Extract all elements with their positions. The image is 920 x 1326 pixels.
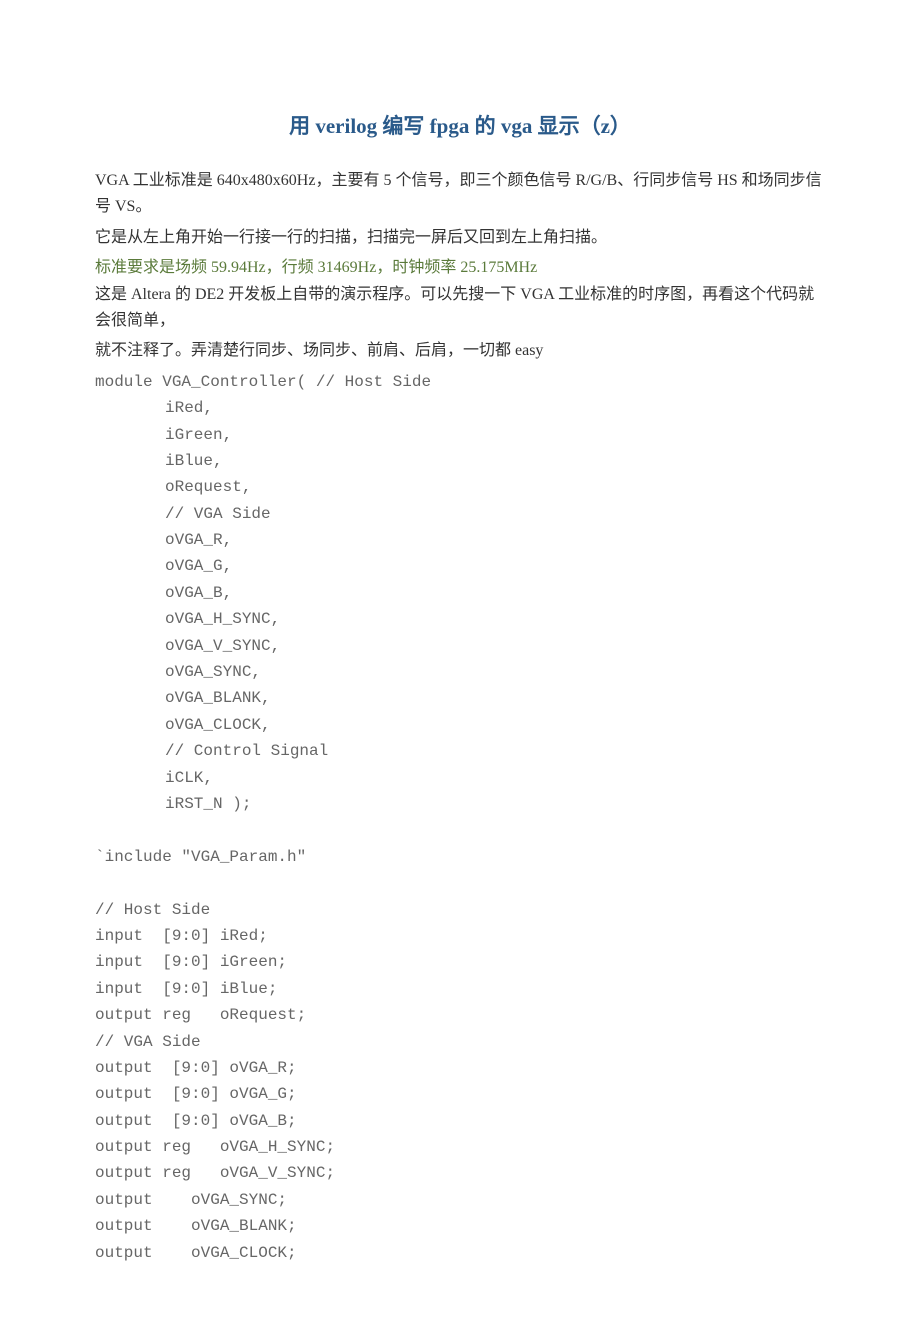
code-decl: output reg oVGA_V_SYNC; bbox=[95, 1160, 825, 1186]
code-param: iGreen, bbox=[95, 422, 825, 448]
page-title: 用 verilog 编写 fpga 的 vga 显示（z） bbox=[95, 110, 825, 140]
code-decl: output reg oVGA_H_SYNC; bbox=[95, 1134, 825, 1160]
code-param: oVGA_BLANK, bbox=[95, 685, 825, 711]
code-decl: output oVGA_SYNC; bbox=[95, 1187, 825, 1213]
intro-line-2: 它是从左上角开始一行接一行的扫描，扫描完一屏后又回到左上角扫描。 bbox=[95, 225, 825, 251]
intro-line-4: 这是 Altera 的 DE2 开发板上自带的演示程序。可以先搜一下 VGA 工… bbox=[95, 282, 825, 335]
code-blank-line bbox=[95, 870, 825, 896]
code-decl: input [9:0] iRed; bbox=[95, 923, 825, 949]
code-decl: // Host Side bbox=[95, 897, 825, 923]
code-param: oVGA_R, bbox=[95, 527, 825, 553]
code-param: oVGA_SYNC, bbox=[95, 659, 825, 685]
code-decl: input [9:0] iGreen; bbox=[95, 949, 825, 975]
code-blank-line bbox=[95, 817, 825, 843]
code-param: iCLK, bbox=[95, 765, 825, 791]
code-param: iRST_N ); bbox=[95, 791, 825, 817]
code-include: `include "VGA_Param.h" bbox=[95, 844, 825, 870]
code-param: oVGA_B, bbox=[95, 580, 825, 606]
code-decl: output reg oRequest; bbox=[95, 1002, 825, 1028]
code-decl: output [9:0] oVGA_R; bbox=[95, 1055, 825, 1081]
code-decl: output [9:0] oVGA_G; bbox=[95, 1081, 825, 1107]
code-param: oVGA_CLOCK, bbox=[95, 712, 825, 738]
intro-line-1: VGA 工业标准是 640x480x60Hz，主要有 5 个信号，即三个颜色信号… bbox=[95, 168, 825, 221]
intro-line-5: 就不注释了。弄清楚行同步、场同步、前肩、后肩，一切都 easy bbox=[95, 338, 825, 364]
code-param: oRequest, bbox=[95, 474, 825, 500]
code-decl: // VGA Side bbox=[95, 1029, 825, 1055]
code-decl: output [9:0] oVGA_B; bbox=[95, 1108, 825, 1134]
code-param: iRed, bbox=[95, 395, 825, 421]
code-param: oVGA_H_SYNC, bbox=[95, 606, 825, 632]
intro-line-3-highlight: 标准要求是场频 59.94Hz，行频 31469Hz，时钟频率 25.175MH… bbox=[95, 255, 825, 281]
code-decl: input [9:0] iBlue; bbox=[95, 976, 825, 1002]
document-page: 用 verilog 编写 fpga 的 vga 显示（z） VGA 工业标准是 … bbox=[0, 0, 920, 1326]
code-param: // VGA Side bbox=[95, 501, 825, 527]
code-param: oVGA_G, bbox=[95, 553, 825, 579]
code-module-declaration: module VGA_Controller( // Host Side bbox=[95, 369, 825, 395]
code-param: oVGA_V_SYNC, bbox=[95, 633, 825, 659]
code-decl: output oVGA_CLOCK; bbox=[95, 1240, 825, 1266]
code-param: // Control Signal bbox=[95, 738, 825, 764]
code-decl: output oVGA_BLANK; bbox=[95, 1213, 825, 1239]
code-param: iBlue, bbox=[95, 448, 825, 474]
